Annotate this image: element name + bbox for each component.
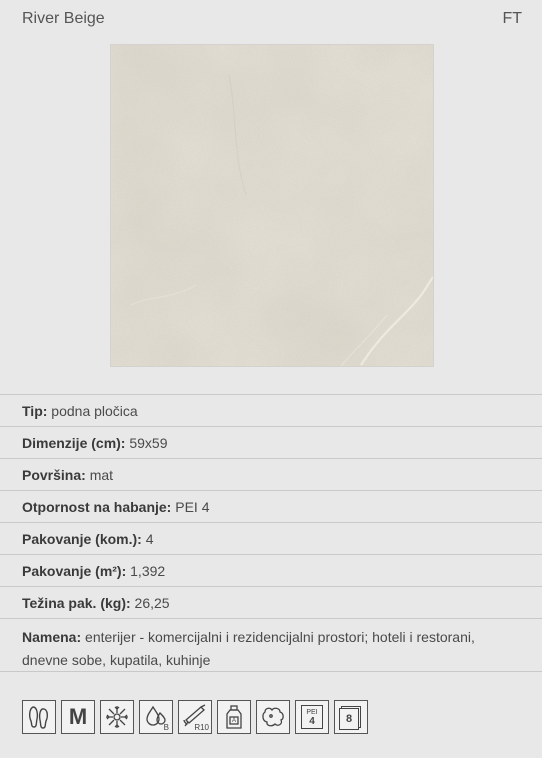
- m-letter-text: M: [68, 704, 88, 729]
- pei-rating-icon: PEI 4: [295, 700, 329, 734]
- spec-row-package-pieces: Pakovanje (kom.): 4: [0, 523, 542, 555]
- spec-value: 1,392: [130, 563, 166, 579]
- footprints-icon: [22, 700, 56, 734]
- spec-row-package-weight: Težina pak. (kg): 26,25: [0, 587, 542, 619]
- box-front: 8: [339, 708, 359, 730]
- spec-label: Težina pak. (kg):: [22, 595, 131, 611]
- slip-resistance-r10-icon: R10: [178, 700, 212, 734]
- spec-row-surface: Površina: mat: [0, 459, 542, 491]
- spec-value: podna pločica: [51, 403, 138, 419]
- feature-icons: M B R10 A PEI 4 8: [22, 700, 368, 736]
- spec-value: PEI 4: [175, 499, 210, 515]
- spec-value: mat: [89, 467, 114, 483]
- spec-value: 4: [145, 531, 154, 547]
- spec-value: enterijer - komercijalni i rezidencijaln…: [22, 629, 475, 668]
- spec-value: 26,25: [134, 595, 170, 611]
- m-letter-icon: M: [61, 700, 95, 734]
- spec-row-abrasion: Otpornost na habanje: PEI 4: [0, 491, 542, 523]
- spec-row-dimensions: Dimenzije (cm): 59x59: [0, 427, 542, 459]
- product-code: FT: [502, 10, 522, 27]
- water-absorption-class: B: [163, 723, 169, 732]
- water-absorption-b-icon: B: [139, 700, 173, 734]
- chemical-resistance-icon: A: [217, 700, 251, 734]
- spec-value: 59x59: [129, 435, 168, 451]
- spec-label: Pakovanje (m²):: [22, 563, 127, 579]
- spec-row-purpose: Namena: enterijer - komercijalni i rezid…: [0, 619, 542, 672]
- spec-row-package-area: Pakovanje (m²): 1,392: [0, 555, 542, 587]
- spec-label: Namena:: [22, 629, 82, 645]
- spec-label: Tip:: [22, 403, 48, 419]
- tile-image: [110, 44, 434, 367]
- slip-rating-text: R10: [194, 723, 209, 732]
- spec-row-type: Tip: podna pločica: [0, 395, 542, 427]
- product-name: River Beige: [22, 10, 105, 27]
- spec-label: Otpornost na habanje:: [22, 499, 172, 515]
- chemical-class: A: [232, 718, 237, 724]
- tiles-per-box-count: 8: [345, 713, 353, 725]
- spec-label: Pakovanje (kom.):: [22, 531, 142, 547]
- spec-label: Dimenzije (cm):: [22, 435, 126, 451]
- pei-badge: PEI 4: [301, 705, 323, 729]
- frost-resistant-icon: [100, 700, 134, 734]
- stain-resistance-icon: [256, 700, 290, 734]
- tiles-per-box-icon: 8: [334, 700, 368, 734]
- pei-value: 4: [309, 716, 315, 727]
- spec-list: Tip: podna pločica Dimenzije (cm): 59x59…: [0, 394, 542, 672]
- spec-label: Površina:: [22, 467, 86, 483]
- header: River Beige FT: [0, 0, 542, 40]
